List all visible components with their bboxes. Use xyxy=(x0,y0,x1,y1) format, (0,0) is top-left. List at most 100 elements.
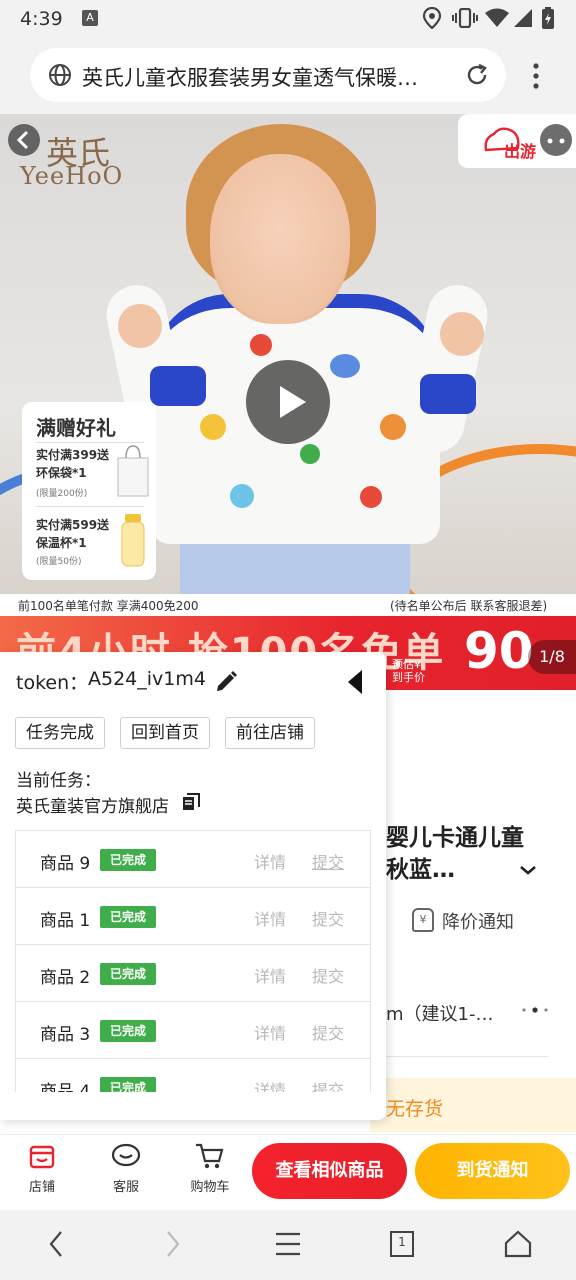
nav-forward-icon[interactable] xyxy=(152,1226,192,1262)
more-dots-icon xyxy=(547,138,565,144)
status-bar: 4:39 A xyxy=(0,0,576,36)
task-row: 商品 3 已完成 详情 提交 xyxy=(16,1002,370,1059)
price-label-line1: 预估¥ xyxy=(392,658,421,671)
cart-tab-label: 购物车 xyxy=(190,1180,230,1195)
status-badge: 已完成 xyxy=(100,1020,156,1042)
tote-bag-icon xyxy=(117,445,149,497)
customer-service-tab-label: 客服 xyxy=(112,1180,139,1195)
chat-bubble-icon xyxy=(111,1143,141,1167)
cellular-signal-icon xyxy=(514,9,532,27)
browser-toolbar: 英氏儿童衣服套装男女童透气保暖… xyxy=(0,36,576,114)
shirt-print xyxy=(200,414,226,440)
store-icon xyxy=(29,1145,55,1169)
gift-offer1-line1: 实付满399送 xyxy=(36,448,110,462)
price-drop-icon: ¥ xyxy=(412,908,434,932)
sleeve-cuff-left xyxy=(150,366,206,406)
task-submit-link[interactable]: 提交 xyxy=(312,963,344,987)
arrival-notify-button[interactable]: 到货通知 xyxy=(415,1143,570,1199)
status-badge: 已完成 xyxy=(100,849,156,871)
nav-menu-icon[interactable] xyxy=(268,1226,308,1262)
task-detail-link[interactable]: 详情 xyxy=(254,1020,286,1044)
current-task-heading: 当前任务： xyxy=(16,771,101,791)
browser-menu-icon[interactable] xyxy=(530,62,542,90)
shirt-print xyxy=(330,354,360,378)
child-face xyxy=(210,154,350,324)
task-detail-link[interactable]: 详情 xyxy=(254,906,286,930)
shirt-print xyxy=(380,414,406,440)
brand-logo-en: YeeHoO xyxy=(20,162,124,190)
chevron-left-icon xyxy=(16,130,29,150)
nav-home-icon[interactable] xyxy=(498,1226,538,1262)
more-options-button[interactable] xyxy=(540,124,572,156)
task-name: 商品 9 xyxy=(40,854,91,874)
divider xyxy=(386,1056,548,1057)
tabs-count: 1 xyxy=(398,1235,406,1249)
task-complete-button[interactable]: 任务完成 xyxy=(15,717,105,749)
shirt-print xyxy=(230,484,254,508)
promo-note-left: 前100名单笔付款 享满400免200 xyxy=(18,599,199,613)
notification-badge-icon: A xyxy=(82,10,98,26)
product-title-partial: 婴儿卡通儿童 秋蓝… xyxy=(386,822,576,886)
gift-offer1-line2: 环保袋*1 xyxy=(36,466,87,480)
reload-icon[interactable] xyxy=(464,62,490,88)
gift-offer2-line1: 实付满599送 xyxy=(36,518,110,532)
copy-icon[interactable] xyxy=(182,793,200,811)
nav-tabs-button[interactable]: 1 xyxy=(382,1226,422,1262)
thermos-cup-icon xyxy=(121,514,145,567)
status-badge: 已完成 xyxy=(100,906,156,928)
wifi-icon xyxy=(485,8,509,27)
stock-status: 无存货 xyxy=(386,1098,444,1120)
current-task-shop: 英氏童装官方旗舰店 xyxy=(16,797,169,817)
go-to-store-button[interactable]: 前往店铺 xyxy=(225,717,315,749)
outing-badge-label: 出游 xyxy=(504,142,537,161)
size-suggestion[interactable]: m（建议1-… xyxy=(386,1000,493,1026)
view-similar-button[interactable]: 查看相似商品 xyxy=(252,1143,407,1199)
address-bar[interactable]: 英氏儿童衣服套装男女童透气保暖… xyxy=(30,48,506,102)
task-name: 商品 1 xyxy=(40,911,91,931)
store-tab-label: 店铺 xyxy=(28,1180,55,1195)
task-name: 商品 3 xyxy=(40,1025,91,1045)
chevron-down-icon[interactable] xyxy=(518,860,538,880)
shopping-cart-icon xyxy=(196,1143,224,1169)
task-list[interactable]: 商品 9 已完成 详情 提交 商品 1 已完成 详情 提交 商品 2 已完成 详… xyxy=(15,830,371,1092)
back-to-home-button[interactable]: 回到首页 xyxy=(120,717,210,749)
gift-offer2-line2: 保温杯*1 xyxy=(36,536,87,550)
sleeve-cuff-right xyxy=(420,374,476,414)
status-time: 4:39 xyxy=(20,8,63,30)
task-submit-link[interactable]: 提交 xyxy=(312,1077,344,1092)
task-row: 商品 1 已完成 详情 提交 xyxy=(16,888,370,945)
price-label: 预估¥ 到手价 xyxy=(392,658,425,684)
task-detail-link[interactable]: 详情 xyxy=(254,849,286,873)
vibrate-icon xyxy=(452,8,478,28)
nav-back-icon[interactable] xyxy=(36,1226,76,1262)
gift-offer2-limit: (限量50份) xyxy=(36,557,82,567)
more-icon[interactable] xyxy=(520,1005,550,1015)
task-submit-link[interactable]: 提交 xyxy=(312,1020,344,1044)
video-play-button[interactable] xyxy=(246,360,330,444)
collapse-panel-icon[interactable] xyxy=(346,668,364,696)
gift-offer1-limit: (限量200份) xyxy=(36,489,88,499)
task-row: 商品 2 已完成 详情 提交 xyxy=(16,945,370,1002)
shirt-print xyxy=(250,334,272,356)
price-drop-notify[interactable]: 降价通知 xyxy=(442,908,514,934)
product-title-line2: 秋蓝… xyxy=(386,857,455,883)
task-detail-link[interactable]: 详情 xyxy=(254,963,286,987)
estimated-price: 90 xyxy=(464,622,534,680)
battery-charging-icon xyxy=(542,7,554,29)
task-row: 商品 9 已完成 详情 提交 xyxy=(16,831,370,888)
task-name: 商品 2 xyxy=(40,968,91,988)
shirt-print xyxy=(300,444,320,464)
token-label: token： xyxy=(16,672,89,694)
gift-card-divider xyxy=(36,506,144,507)
price-label-line2: 到手价 xyxy=(392,671,425,684)
page-title-in-address-bar: 英氏儿童衣服套装男女童透气保暖… xyxy=(82,66,418,90)
token-value: A524_iv1m4 xyxy=(88,668,206,690)
gift-card-title: 满赠好礼 xyxy=(36,416,116,440)
task-submit-link[interactable]: 提交 xyxy=(312,849,344,873)
task-submit-link[interactable]: 提交 xyxy=(312,906,344,930)
back-button[interactable] xyxy=(8,124,40,156)
task-row: 商品 4 已完成 详情 提交 xyxy=(16,1059,370,1092)
edit-pencil-icon[interactable] xyxy=(214,670,238,694)
image-page-counter: 1/8 xyxy=(528,640,576,674)
task-detail-link[interactable]: 详情 xyxy=(254,1077,286,1092)
